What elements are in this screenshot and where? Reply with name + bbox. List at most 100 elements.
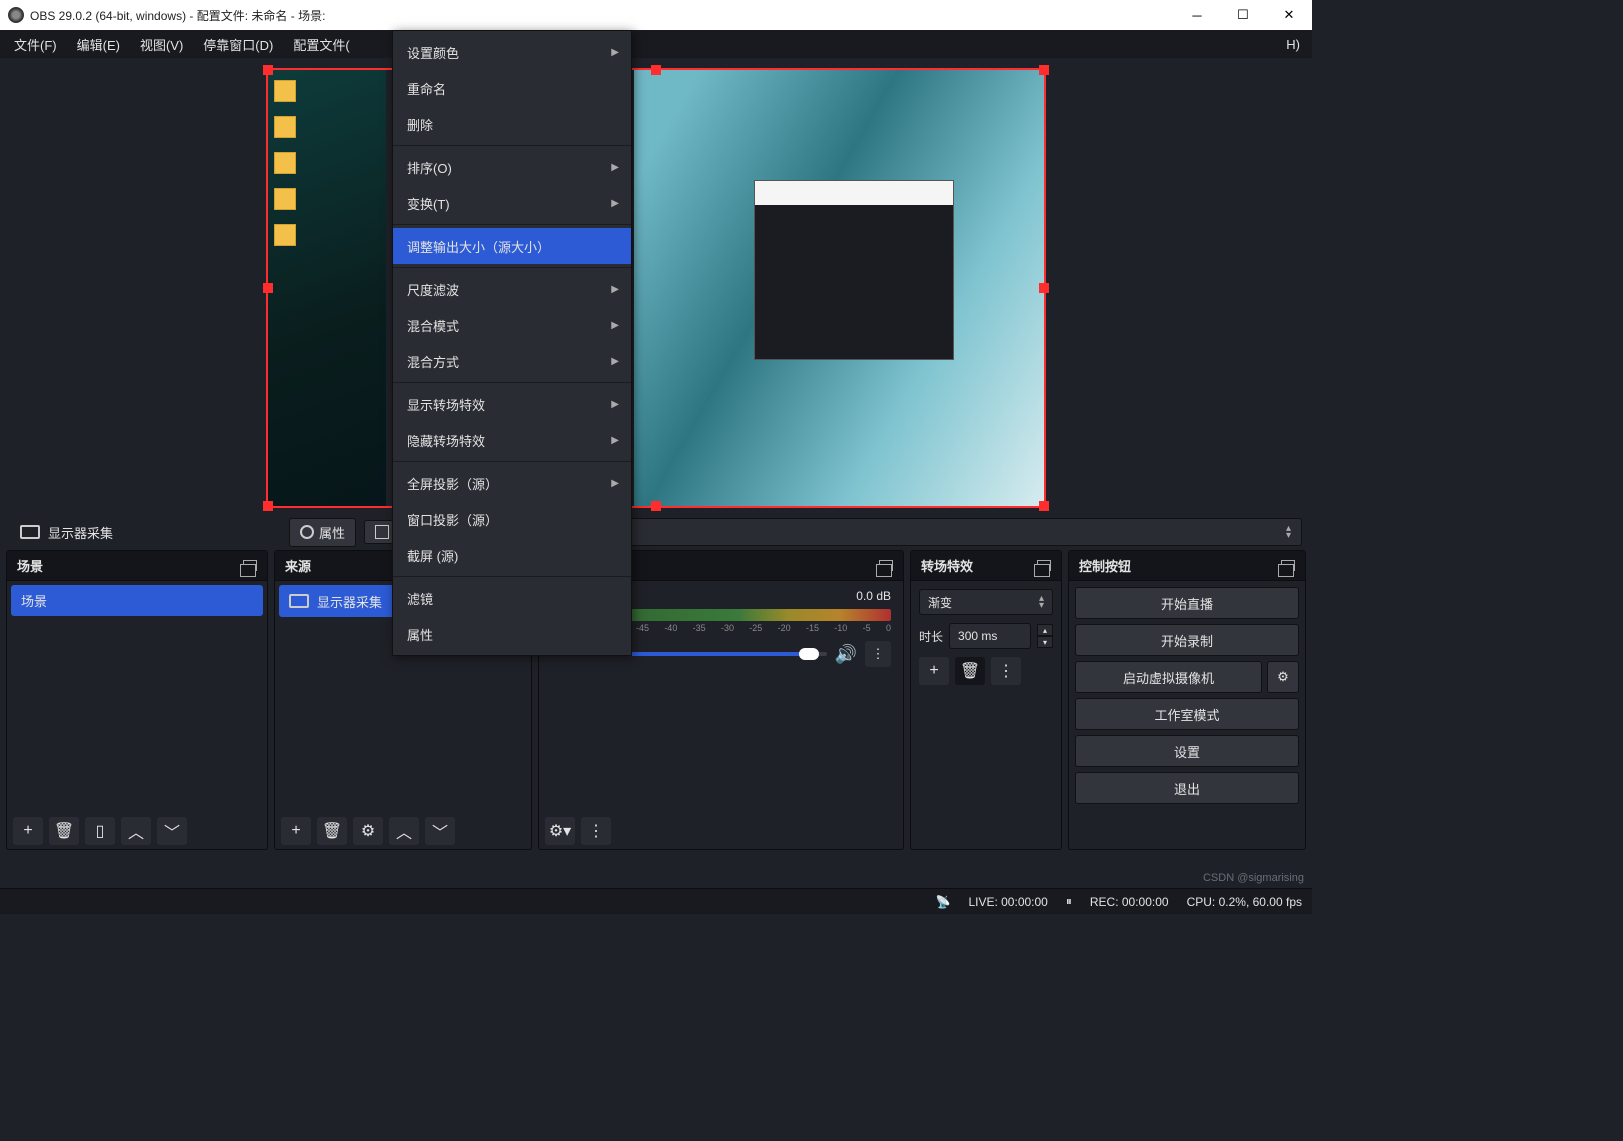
resize-handle-ml[interactable] bbox=[263, 283, 273, 293]
ctx-order[interactable]: 排序(O)▶ bbox=[393, 149, 631, 185]
scene-down-button[interactable]: ﹀ bbox=[157, 817, 187, 845]
vcam-settings-button[interactable]: ⚙ bbox=[1267, 661, 1299, 693]
duration-spinner[interactable]: ▴▾ bbox=[1037, 624, 1053, 648]
ctx-resize-output[interactable]: 调整输出大小（源大小） bbox=[393, 228, 631, 264]
scenes-list[interactable]: 场景 bbox=[7, 581, 267, 813]
scene-filter-button[interactable]: ▯ bbox=[85, 817, 115, 845]
resize-handle-bl[interactable] bbox=[263, 501, 273, 511]
selection-box[interactable] bbox=[266, 68, 1046, 508]
ctx-delete[interactable]: 删除 bbox=[393, 106, 631, 142]
minimize-button[interactable]: ─ bbox=[1174, 0, 1220, 30]
slider-thumb[interactable] bbox=[799, 648, 819, 660]
delete-source-button[interactable]: 🗑 bbox=[317, 817, 347, 845]
ctx-blend-method[interactable]: 混合方式▶ bbox=[393, 343, 631, 379]
ctx-separator bbox=[393, 145, 631, 146]
ctx-filters[interactable]: 滤镜 bbox=[393, 580, 631, 616]
duration-value: 300 ms bbox=[958, 629, 997, 643]
menu-file[interactable]: 文件(F) bbox=[4, 31, 67, 58]
ctx-scale-filtering[interactable]: 尺度滤波▶ bbox=[393, 271, 631, 307]
pause-icon: ⏸ bbox=[1066, 894, 1072, 909]
resize-handle-bm[interactable] bbox=[651, 501, 661, 511]
statusbar: 📡 LIVE: 00:00:00 ⏸ REC: 00:00:00 CPU: 0.… bbox=[0, 888, 1312, 914]
window-titlebar: OBS 29.0.2 (64-bit, windows) - 配置文件: 未命名… bbox=[0, 0, 1312, 30]
resize-handle-tr[interactable] bbox=[1039, 65, 1049, 75]
controls-body: 开始直播 开始录制 启动虚拟摄像机 ⚙ 工作室模式 设置 退出 bbox=[1069, 581, 1305, 810]
transition-add-button[interactable]: + bbox=[919, 657, 949, 685]
mixer-menu-button[interactable]: ⋮ bbox=[581, 817, 611, 845]
source-toolbar: 显示器采集 属性 2160 @ 0,0 (主显示器) ▴▾ bbox=[0, 514, 1312, 550]
context-menu[interactable]: 设置颜色▶ 重命名 删除 排序(O)▶ 变换(T)▶ 调整输出大小（源大小） 尺… bbox=[392, 30, 632, 656]
transitions-body: 渐变 ▴▾ 时长 300 ms ▴▾ + 🗑 ⋮ bbox=[911, 581, 1061, 693]
scene-item[interactable]: 场景 bbox=[11, 585, 263, 616]
transition-value: 渐变 bbox=[928, 594, 952, 611]
ctx-show-transition[interactable]: 显示转场特效▶ bbox=[393, 386, 631, 422]
resize-handle-br[interactable] bbox=[1039, 501, 1049, 511]
chevron-right-icon: ▶ bbox=[611, 198, 619, 209]
studio-mode-button[interactable]: 工作室模式 bbox=[1075, 698, 1299, 730]
menu-right-frag: H) bbox=[1286, 37, 1308, 52]
status-live: LIVE: 00:00:00 bbox=[968, 895, 1047, 909]
source-props-button[interactable]: ⚙ bbox=[353, 817, 383, 845]
ctx-separator bbox=[393, 576, 631, 577]
resize-handle-mr[interactable] bbox=[1039, 283, 1049, 293]
preview-area[interactable] bbox=[0, 58, 1312, 514]
duration-field[interactable]: 300 ms bbox=[949, 623, 1031, 649]
transition-dropdown[interactable]: 渐变 ▴▾ bbox=[919, 589, 1053, 615]
obs-logo-icon bbox=[8, 7, 24, 23]
ctx-blend-mode[interactable]: 混合模式▶ bbox=[393, 307, 631, 343]
source-up-button[interactable]: ︿ bbox=[389, 817, 419, 845]
transition-delete-button[interactable]: 🗑 bbox=[955, 657, 985, 685]
mixer-settings-button[interactable]: ⚙▾ bbox=[545, 817, 575, 845]
popout-icon[interactable] bbox=[1281, 560, 1295, 571]
delete-scene-button[interactable]: 🗑 bbox=[49, 817, 79, 845]
ctx-hide-transition[interactable]: 隐藏转场特效▶ bbox=[393, 422, 631, 458]
monitor-icon bbox=[20, 525, 40, 539]
menu-dock[interactable]: 停靠窗口(D) bbox=[193, 31, 283, 58]
ctx-rename[interactable]: 重命名 bbox=[393, 70, 631, 106]
ctx-fullscreen-proj[interactable]: 全屏投影（源）▶ bbox=[393, 465, 631, 501]
menu-view[interactable]: 视图(V) bbox=[130, 31, 193, 58]
preview-canvas[interactable] bbox=[266, 68, 1046, 508]
dock-scenes-title: 场景 bbox=[17, 556, 43, 575]
ctx-screenshot[interactable]: 截屏 (源) bbox=[393, 537, 631, 573]
ctx-properties[interactable]: 属性 bbox=[393, 616, 631, 652]
dock-controls: 控制按钮 开始直播 开始录制 启动虚拟摄像机 ⚙ 工作室模式 设置 退出 bbox=[1068, 550, 1306, 850]
popout-icon[interactable] bbox=[243, 560, 257, 571]
start-vcam-button[interactable]: 启动虚拟摄像机 bbox=[1075, 661, 1262, 693]
start-streaming-button[interactable]: 开始直播 bbox=[1075, 587, 1299, 619]
exit-button[interactable]: 退出 bbox=[1075, 772, 1299, 804]
close-button[interactable]: ✕ bbox=[1266, 0, 1312, 30]
start-recording-button[interactable]: 开始录制 bbox=[1075, 624, 1299, 656]
ctx-transform[interactable]: 变换(T)▶ bbox=[393, 185, 631, 221]
menu-profile[interactable]: 配置文件( bbox=[283, 31, 359, 58]
scene-up-button[interactable]: ︿ bbox=[121, 817, 151, 845]
gear-icon bbox=[300, 525, 314, 539]
menu-edit[interactable]: 编辑(E) bbox=[67, 31, 130, 58]
chevron-right-icon: ▶ bbox=[611, 284, 619, 295]
ctx-window-proj[interactable]: 窗口投影（源） bbox=[393, 501, 631, 537]
maximize-button[interactable]: ☐ bbox=[1220, 0, 1266, 30]
source-down-button[interactable]: ﹀ bbox=[425, 817, 455, 845]
menubar: 文件(F) 编辑(E) 视图(V) 停靠窗口(D) 配置文件( H) bbox=[0, 30, 1312, 58]
chevron-right-icon: ▶ bbox=[611, 478, 619, 489]
chevron-updown-icon: ▴▾ bbox=[1039, 595, 1044, 609]
dock-transitions-header[interactable]: 转场特效 bbox=[911, 551, 1061, 581]
add-source-button[interactable]: + bbox=[281, 817, 311, 845]
mixer-track-db: 0.0 dB bbox=[856, 589, 891, 606]
popout-icon[interactable] bbox=[879, 560, 893, 571]
properties-button[interactable]: 属性 bbox=[289, 518, 356, 547]
chevron-right-icon: ▶ bbox=[611, 162, 619, 173]
ctx-set-color[interactable]: 设置颜色▶ bbox=[393, 34, 631, 70]
dock-controls-header[interactable]: 控制按钮 bbox=[1069, 551, 1305, 581]
mixer-more-button[interactable]: ⋮ bbox=[865, 641, 891, 667]
transition-menu-button[interactable]: ⋮ bbox=[991, 657, 1021, 685]
settings-button[interactable]: 设置 bbox=[1075, 735, 1299, 767]
resize-handle-tm[interactable] bbox=[651, 65, 661, 75]
resize-handle-tl[interactable] bbox=[263, 65, 273, 75]
dock-scenes-header[interactable]: 场景 bbox=[7, 551, 267, 581]
popout-icon[interactable] bbox=[1037, 560, 1051, 571]
chevron-right-icon: ▶ bbox=[611, 320, 619, 331]
speaker-icon[interactable]: 🔊 bbox=[835, 644, 857, 665]
add-scene-button[interactable]: + bbox=[13, 817, 43, 845]
selected-source-label: 显示器采集 bbox=[48, 523, 113, 542]
